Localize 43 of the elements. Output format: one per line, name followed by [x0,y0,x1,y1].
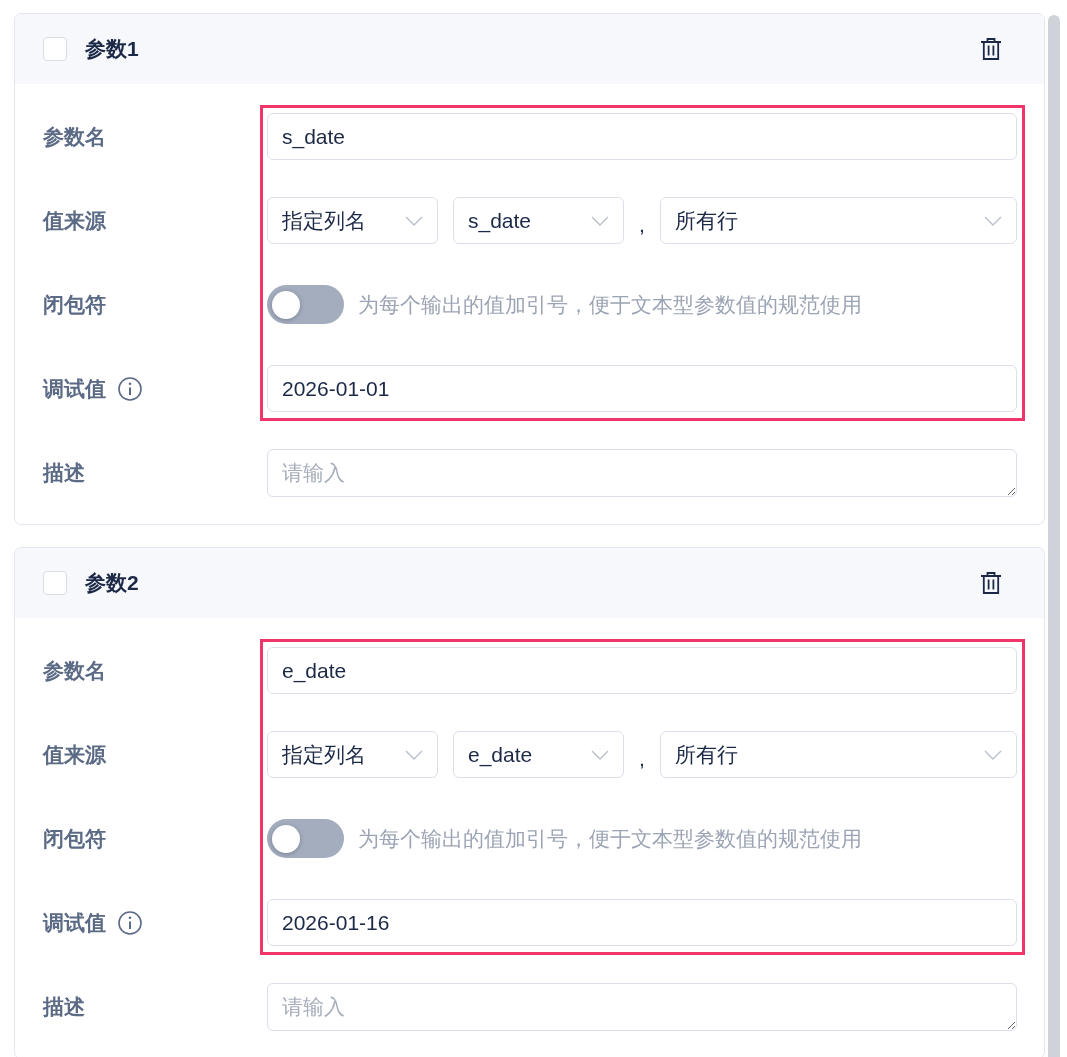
scrollbar[interactable] [1048,15,1060,1057]
dropdown[interactable]: 所有行 [660,731,1017,778]
field-label: 描述 [43,994,85,1020]
input-field[interactable]: e_date [267,647,1017,694]
chevron-down-icon [984,749,1002,760]
chevron-down-icon [405,215,423,226]
description-field[interactable]: 请输入 [267,983,1017,1031]
field-label: 参数名 [43,657,106,684]
trash-icon[interactable] [979,37,1003,61]
parameter-title: 参数1 [85,36,139,62]
field-label: 调试值 [43,909,106,936]
chevron-down-icon [591,215,609,226]
trash-icon[interactable] [979,571,1003,595]
dropdown[interactable]: s_date [453,197,624,244]
parameter-title: 参数2 [85,570,139,596]
dropdown[interactable]: 指定列名 [267,731,438,778]
input-field[interactable]: 2026-01-16 [267,899,1017,946]
field-label: 调试值 [43,375,106,402]
hint-text: 为每个输出的值加引号，便于文本型参数值的规范使用 [358,825,862,852]
dropdown[interactable]: 指定列名 [267,197,438,244]
toggle-switch[interactable] [267,285,344,324]
input-field[interactable]: 2026-01-01 [267,365,1017,412]
dropdown[interactable]: 所有行 [660,197,1017,244]
checkbox[interactable] [43,37,67,61]
chevron-down-icon [591,749,609,760]
field-label: 参数名 [43,123,106,150]
info-icon[interactable] [118,376,142,401]
field-label: 值来源 [43,207,106,234]
separator-text: , [638,212,646,235]
field-label: 闭包符 [43,825,106,852]
description-field[interactable]: 请输入 [267,449,1017,497]
input-field[interactable]: s_date [267,113,1017,160]
info-icon[interactable] [118,910,142,935]
field-label: 描述 [43,460,85,486]
toggle-switch[interactable] [267,819,344,858]
checkbox[interactable] [43,571,67,595]
separator-text: , [638,746,646,769]
chevron-down-icon [984,215,1002,226]
field-label: 值来源 [43,741,106,768]
hint-text: 为每个输出的值加引号，便于文本型参数值的规范使用 [358,291,862,318]
dropdown[interactable]: e_date [453,731,624,778]
field-label: 闭包符 [43,291,106,318]
chevron-down-icon [405,749,423,760]
